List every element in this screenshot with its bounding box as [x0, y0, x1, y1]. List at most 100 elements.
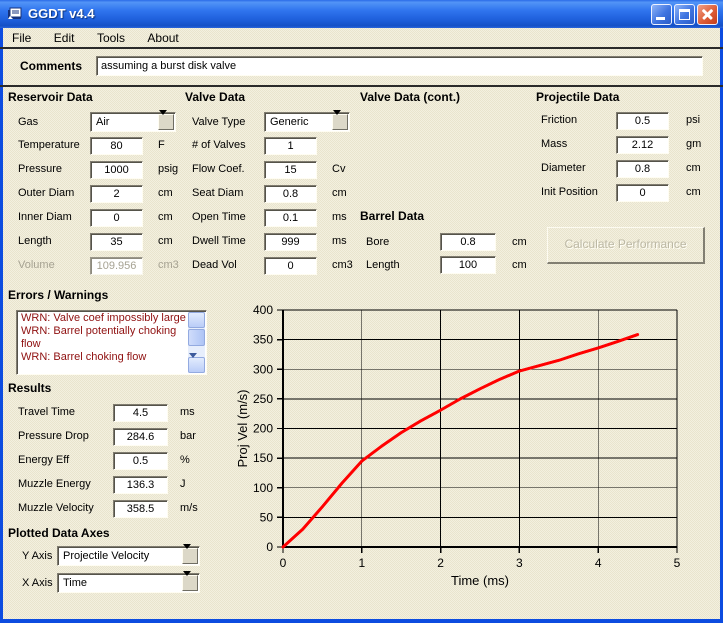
travel-time-output	[113, 404, 168, 422]
svg-text:3: 3	[516, 556, 523, 570]
x-axis-select[interactable]: Time	[57, 573, 200, 593]
x-axis-label: X Axis	[22, 577, 53, 589]
temperature-label: Temperature	[18, 139, 80, 151]
friction-input[interactable]	[616, 112, 669, 130]
scroll-up-button[interactable]	[188, 312, 205, 328]
velocity-time-chart: 050100150200250300350400012345Time (ms)P…	[233, 298, 713, 613]
friction-unit: psi	[686, 114, 700, 126]
menu-edit[interactable]: Edit	[45, 30, 84, 45]
y-axis-select[interactable]: Projectile Velocity	[57, 546, 200, 566]
flow-coef-input[interactable]	[264, 161, 317, 179]
bore-label: Bore	[366, 236, 389, 248]
dead-vol-input[interactable]	[264, 257, 317, 275]
reservoir-length-unit: cm	[158, 235, 173, 247]
inner-diam-unit: cm	[158, 211, 173, 223]
dwell-time-input[interactable]	[264, 233, 317, 251]
warnings-scrollbar[interactable]	[188, 312, 205, 373]
menu-file[interactable]: File	[3, 30, 40, 45]
valve-type-label: Valve Type	[192, 116, 245, 128]
energy-eff-label: Energy Eff	[18, 454, 69, 466]
friction-label: Friction	[541, 114, 577, 126]
muzzle-energy-output	[113, 476, 168, 494]
scrollbar-thumb[interactable]	[188, 329, 205, 346]
chart-ylabel: Proj Vel (m/s)	[235, 389, 250, 467]
reservoir-length-label: Length	[18, 235, 52, 247]
bore-input[interactable]	[440, 233, 496, 251]
barrel-length-unit: cm	[512, 259, 527, 271]
close-button[interactable]	[697, 4, 718, 25]
barrel-length-label: Length	[366, 259, 400, 271]
dead-vol-label: Dead Vol	[192, 259, 237, 271]
outer-diam-input[interactable]	[90, 185, 143, 203]
seat-diam-label: Seat Diam	[192, 187, 243, 199]
mass-input[interactable]	[616, 136, 669, 154]
scroll-down-button[interactable]	[188, 357, 205, 373]
barrel-length-input[interactable]	[440, 256, 496, 274]
outer-diam-label: Outer Diam	[18, 187, 74, 199]
energy-eff-output	[113, 452, 168, 470]
num-valves-label: # of Valves	[192, 139, 246, 151]
seat-diam-input[interactable]	[264, 185, 317, 203]
calculate-performance-button[interactable]: Calculate Performance	[547, 227, 705, 264]
maximize-icon	[679, 9, 690, 20]
diameter-unit: cm	[686, 162, 701, 174]
mass-unit: gm	[686, 138, 701, 150]
pressure-input[interactable]	[90, 161, 143, 179]
chevron-down-icon	[183, 544, 191, 570]
volume-unit: cm3	[158, 259, 179, 271]
arrow-down-icon	[189, 353, 197, 375]
svg-text:150: 150	[253, 451, 273, 465]
travel-time-unit: ms	[180, 406, 195, 418]
pressure-drop-output	[113, 428, 168, 446]
chevron-down-icon	[183, 571, 191, 597]
gas-select-dropdown-button[interactable]	[158, 114, 174, 130]
warning-item[interactable]: WRN: Barrel potentially choking flow	[21, 325, 186, 351]
open-time-input[interactable]	[264, 209, 317, 227]
valve-type-dropdown-button[interactable]	[332, 114, 348, 130]
app-icon	[7, 6, 23, 22]
x-axis-dropdown-button[interactable]	[182, 575, 198, 591]
menu-about[interactable]: About	[138, 30, 187, 45]
gas-label: Gas	[18, 116, 38, 128]
results-section-title: Results	[8, 381, 51, 395]
errors-section-title: Errors / Warnings	[8, 288, 108, 302]
svg-text:200: 200	[253, 422, 273, 436]
muzzle-velocity-unit: m/s	[180, 502, 198, 514]
gas-select[interactable]: Air	[90, 112, 176, 132]
open-time-label: Open Time	[192, 211, 246, 223]
window-border-left	[0, 28, 3, 623]
chart-xlabel: Time (ms)	[451, 573, 509, 588]
svg-text:50: 50	[260, 510, 274, 524]
barrel-section-title: Barrel Data	[360, 209, 424, 223]
warning-item[interactable]: WRN: Barrel choking flow	[21, 351, 186, 364]
valve-type-select[interactable]: Generic	[264, 112, 350, 132]
minimize-button[interactable]	[651, 4, 672, 25]
chevron-down-icon	[333, 110, 341, 136]
inner-diam-input[interactable]	[90, 209, 143, 227]
volume-label: Volume	[18, 259, 55, 271]
mass-label: Mass	[541, 138, 567, 150]
warnings-listbox[interactable]: WRN: Valve coef impossibly large WRN: Ba…	[16, 310, 207, 375]
maximize-button[interactable]	[674, 4, 695, 25]
svg-text:350: 350	[253, 333, 273, 347]
menu-tools[interactable]: Tools	[88, 30, 134, 45]
comments-input[interactable]	[96, 56, 703, 76]
muzzle-energy-label: Muzzle Energy	[18, 478, 91, 490]
init-position-input[interactable]	[616, 184, 669, 202]
valve-cont-section-title: Valve Data (cont.)	[360, 90, 460, 104]
svg-text:0: 0	[280, 556, 287, 570]
reservoir-length-input[interactable]	[90, 233, 143, 251]
flow-coef-label: Flow Coef.	[192, 163, 245, 175]
svg-text:0: 0	[266, 540, 273, 554]
titlebar[interactable]: GGDT v4.4	[0, 0, 723, 28]
y-axis-dropdown-button[interactable]	[182, 548, 198, 564]
svg-text:2: 2	[437, 556, 444, 570]
temperature-input[interactable]	[90, 137, 143, 155]
num-valves-input[interactable]	[264, 137, 317, 155]
diameter-input[interactable]	[616, 160, 669, 178]
dwell-time-label: Dwell Time	[192, 235, 246, 247]
app-window: GGDT v4.4 File Edit Tools About Comments…	[0, 0, 723, 623]
y-axis-label: Y Axis	[22, 550, 52, 562]
warning-item[interactable]: WRN: Valve coef impossibly large	[21, 312, 186, 325]
svg-text:100: 100	[253, 481, 273, 495]
